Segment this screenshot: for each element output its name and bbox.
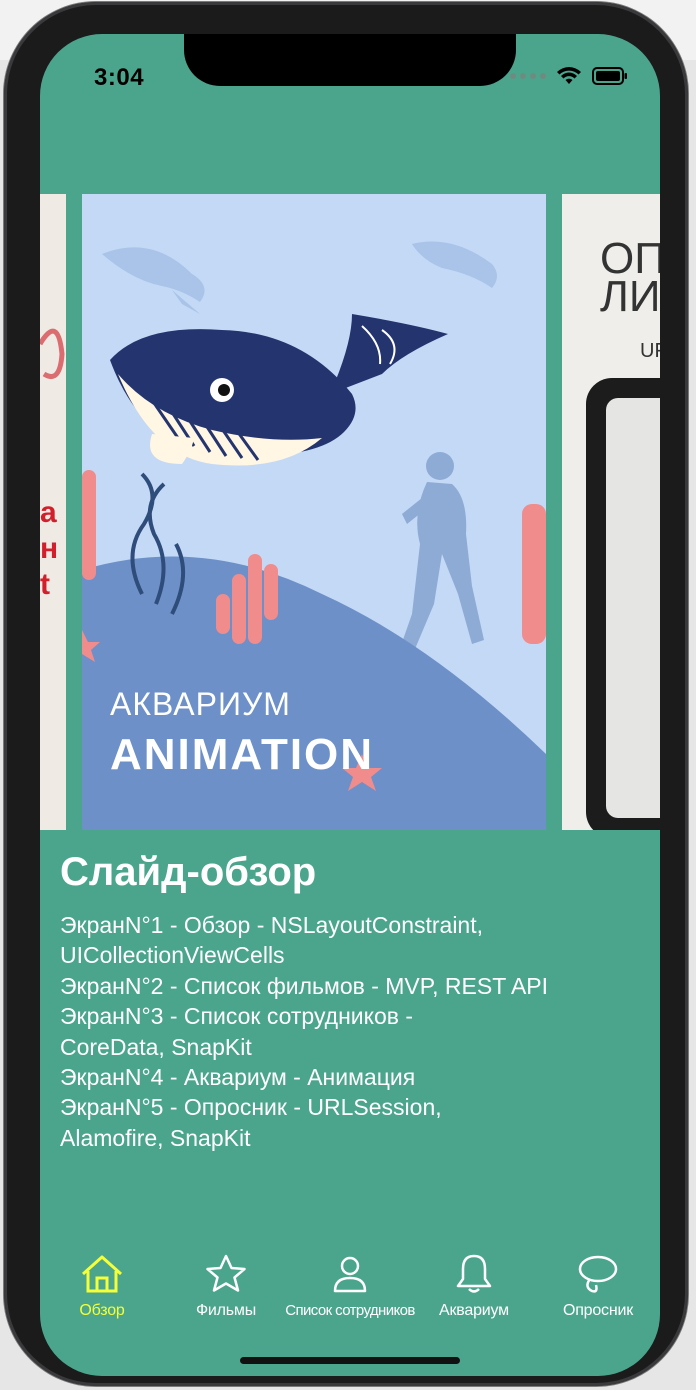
slide-carousel[interactable]: a н t АКВАРИУМ ANIMATION ОП ЛИ U (40, 194, 660, 830)
device-notch (184, 34, 516, 86)
star-icon (206, 1254, 246, 1292)
slide-card-next[interactable]: ОП ЛИ UF (562, 194, 660, 830)
bell-icon (456, 1254, 492, 1293)
tab-movies[interactable]: Фильмы (164, 1252, 288, 1320)
slide-card-previous[interactable]: a н t (40, 194, 66, 830)
tab-bar: Обзор Фильмы Список сотрудников Аквариум… (40, 1252, 660, 1322)
tab-label: Опросник (562, 1302, 634, 1319)
tab-label: Аквариум (439, 1302, 509, 1319)
slide-card-letter: н (40, 532, 59, 565)
wifi-icon (557, 67, 581, 84)
slide-card-text: UF (640, 340, 660, 362)
phone-frame: 3:04 a н t АКВАРИУМ ANIMATION ОП ЛИ U Сл… (4, 2, 688, 1386)
house-icon (81, 1255, 123, 1293)
status-indicators (510, 66, 628, 86)
slide-card-letter: t (40, 568, 50, 601)
battery-icon (592, 67, 627, 85)
app-screen: 3:04 a н t АКВАРИУМ ANIMATION ОП ЛИ U Сл… (40, 34, 660, 1376)
tab-employees[interactable]: Список сотрудников (285, 1252, 415, 1319)
lasso-icon (578, 1255, 618, 1293)
tab-aquarium[interactable]: Аквариум (412, 1252, 536, 1320)
tab-label: Обзор (79, 1302, 125, 1319)
home-indicator[interactable] (240, 1357, 460, 1364)
status-time: 3:04 (94, 64, 145, 91)
tab-label: Фильмы (195, 1302, 257, 1319)
person-icon (333, 1256, 367, 1293)
slide-card-text: ЛИ (600, 272, 660, 321)
slide-info: Слайд-обзор ЭкранN°1 - Обзор - NSLayoutC… (60, 848, 650, 1153)
slide-card-subtitle: АКВАРИУМ (110, 686, 291, 722)
slide-description: ЭкранN°1 - Обзор - NSLayoutConstraint, U… (60, 912, 549, 1151)
tab-survey[interactable]: Опросник (536, 1252, 660, 1320)
slide-card-letter: a (40, 496, 57, 529)
slide-title: Слайд-обзор (60, 850, 317, 894)
tab-label: Список сотрудников (285, 1302, 415, 1319)
slide-card-aquarium[interactable]: АКВАРИУМ ANIMATION (82, 194, 546, 830)
slide-card-title: ANIMATION (110, 730, 375, 779)
cellular-icon (510, 73, 546, 79)
tab-overview[interactable]: Обзор (40, 1252, 164, 1320)
